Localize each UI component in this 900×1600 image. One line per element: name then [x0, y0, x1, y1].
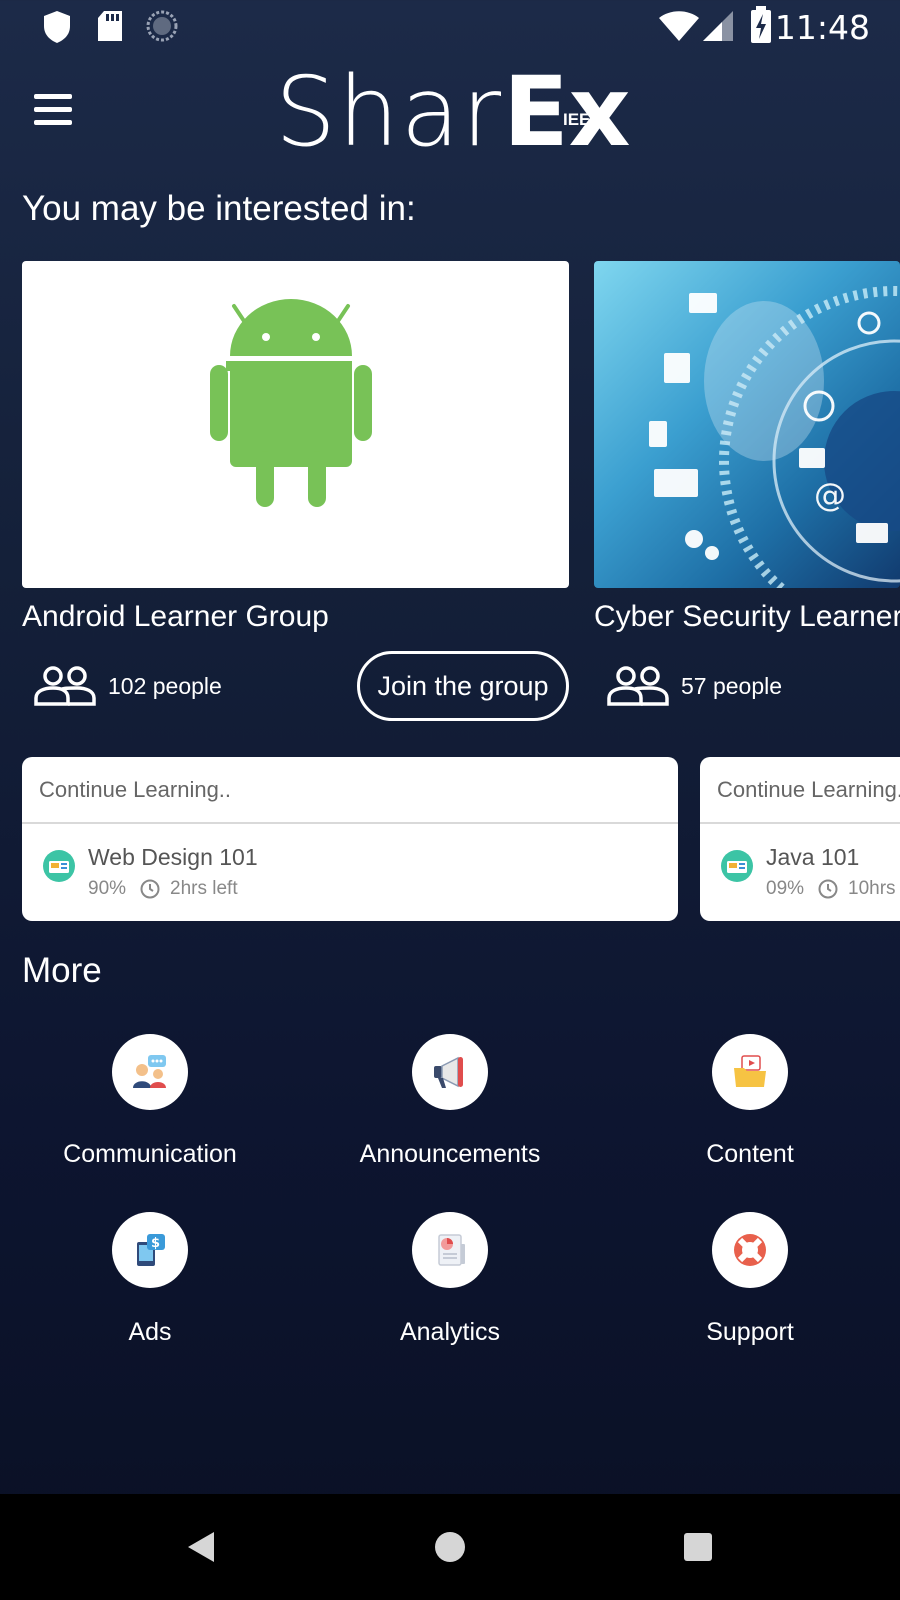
- app-logo: Shar Ex IEEE: [275, 60, 631, 160]
- group-card-image-android[interactable]: [22, 261, 569, 588]
- course-time-left: 10hrs left: [848, 878, 900, 899]
- content-folder-icon: [734, 1055, 766, 1087]
- analytics-icon: [438, 1234, 465, 1266]
- ads-icon: $: [137, 1234, 165, 1266]
- continue-learning-header: Continue Learning..: [700, 757, 900, 824]
- logo-ieee-badge: IEEE: [563, 110, 602, 129]
- more-item-communication[interactable]: Communication: [0, 1034, 300, 1169]
- course-time-left: 2hrs left: [170, 878, 238, 899]
- people-icon: [34, 666, 96, 706]
- shield-icon: [44, 11, 70, 43]
- android-logo-icon: [210, 299, 372, 507]
- communication-icon: [133, 1055, 166, 1088]
- more-item-analytics[interactable]: Analytics: [300, 1212, 600, 1347]
- more-item-label: Analytics: [399, 1318, 501, 1346]
- join-group-button[interactable]: Join the group: [357, 651, 569, 721]
- continue-learning-header: Continue Learning..: [22, 757, 678, 824]
- more-item-ads[interactable]: $ Ads: [0, 1212, 300, 1347]
- more-item-content[interactable]: Content: [600, 1034, 900, 1169]
- group-name-android: Android Learner Group: [22, 600, 329, 633]
- group-people-count: 57 people: [681, 672, 783, 699]
- sd-card-icon: [98, 11, 122, 41]
- group-members-android: 102 people: [34, 665, 222, 707]
- system-nav-bar: [0, 1494, 900, 1600]
- course-meta: 90% 2hrs left: [88, 878, 238, 900]
- megaphone-icon: [434, 1056, 463, 1088]
- clock-icon: [818, 879, 838, 899]
- continue-learning-card[interactable]: Continue Learning.. Java 101 09% 10hrs l…: [700, 757, 900, 921]
- more-item-label: Communication: [63, 1140, 237, 1168]
- more-item-label: Content: [706, 1140, 794, 1168]
- more-item-label: Support: [706, 1318, 794, 1346]
- group-card-image-cyber[interactable]: @: [594, 261, 900, 588]
- hamburger-menu-icon[interactable]: [28, 94, 78, 134]
- app-header: Shar Ex IEEE: [0, 52, 900, 172]
- more-item-support[interactable]: Support: [600, 1212, 900, 1347]
- course-progress: 90%: [88, 878, 127, 899]
- course-title: Java 101: [766, 844, 860, 870]
- recents-icon[interactable]: [673, 1522, 723, 1572]
- course-icon: [721, 850, 753, 882]
- continue-learning-card[interactable]: Continue Learning.. Web Design 101 90% 2…: [22, 757, 678, 921]
- battery-charging-icon: [751, 6, 771, 43]
- svg-text:@: @: [814, 476, 846, 514]
- group-people-count: 102 people: [108, 672, 222, 699]
- course-meta: 09% 10hrs left: [766, 878, 900, 900]
- group-name-cyber: Cyber Security Learner: [594, 600, 900, 633]
- status-bar: 11:48: [0, 0, 900, 52]
- svg-text:$: $: [151, 1236, 160, 1251]
- status-time: 11:48: [774, 8, 870, 47]
- course-progress: 09%: [766, 878, 805, 899]
- people-icon: [607, 666, 669, 706]
- signal-icon: [703, 11, 733, 41]
- clock-icon: [140, 879, 160, 899]
- course-title: Web Design 101: [88, 844, 258, 870]
- more-item-announcements[interactable]: Announcements: [300, 1034, 600, 1169]
- interest-section-title: You may be interested in:: [22, 189, 416, 228]
- sync-icon: [146, 10, 178, 42]
- more-item-label: Announcements: [359, 1140, 541, 1168]
- cyber-security-illustration: @: [649, 286, 900, 588]
- logo-text-light: Shar: [275, 56, 504, 168]
- home-icon[interactable]: [425, 1522, 475, 1572]
- wifi-icon: [659, 11, 699, 41]
- course-icon: [43, 850, 75, 882]
- group-members-cyber: 57 people: [607, 665, 782, 707]
- more-item-label: Ads: [128, 1318, 172, 1346]
- lifebuoy-icon: [734, 1234, 766, 1266]
- more-section-title: More: [22, 951, 102, 990]
- back-icon[interactable]: [178, 1522, 228, 1572]
